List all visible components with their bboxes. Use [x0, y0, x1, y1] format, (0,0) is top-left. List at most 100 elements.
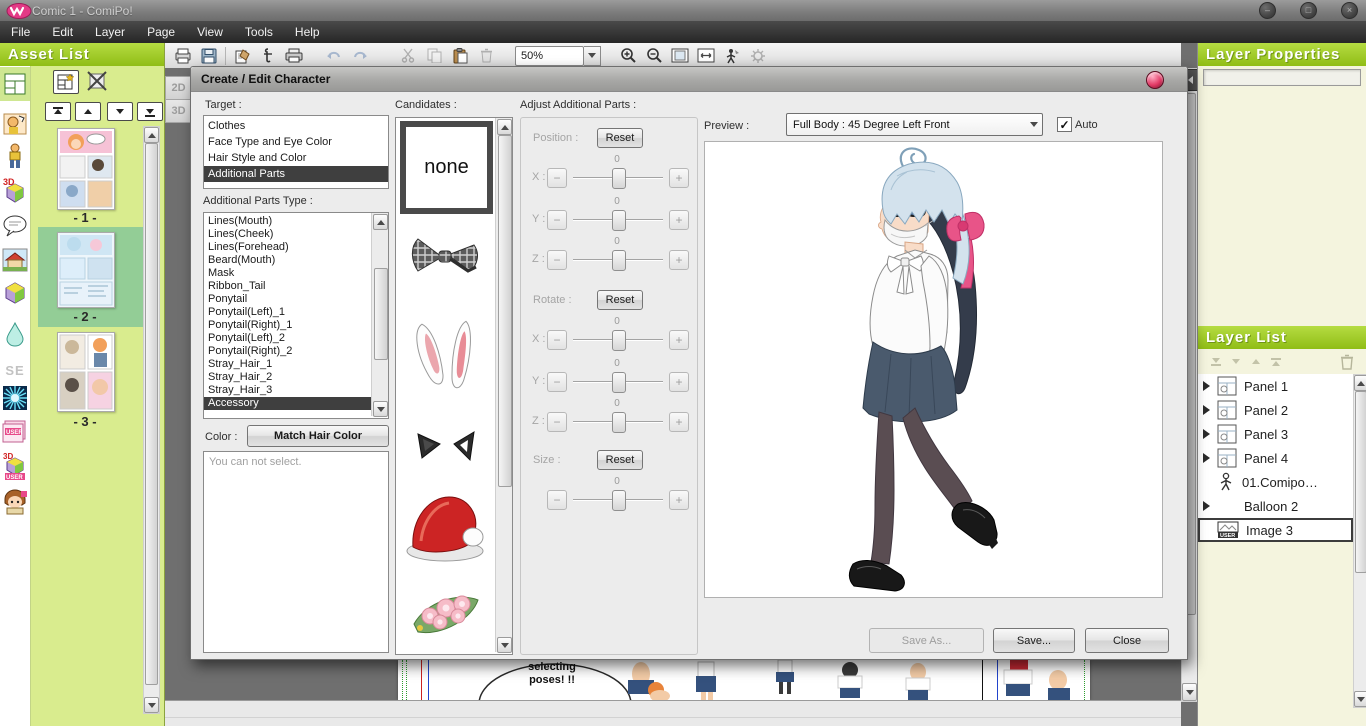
copy-icon[interactable]	[421, 45, 447, 67]
character-icon[interactable]	[2, 142, 28, 170]
parts-type-item-accessory[interactable]: Accessory	[204, 397, 372, 410]
layer-row-panel-4[interactable]: Panel 4	[1198, 446, 1353, 471]
tab-3d[interactable]: 3D	[165, 99, 192, 123]
sound-effect-icon[interactable]: SE	[2, 356, 28, 384]
layer-list-scrollbar[interactable]	[1353, 374, 1366, 708]
layer-row-panel-1[interactable]: Panel 1	[1198, 374, 1353, 399]
parts-type-item[interactable]: Ponytail(Left)_2	[204, 332, 372, 345]
expand-arrow-icon[interactable]	[1203, 501, 1210, 511]
position-z-slider[interactable]	[573, 250, 663, 269]
candidates-scroll-up-button[interactable]	[497, 119, 512, 135]
background-icon[interactable]	[2, 246, 28, 274]
rotate-z-slider[interactable]	[573, 412, 663, 431]
slider-thumb[interactable]	[612, 168, 626, 189]
slider-thumb[interactable]	[612, 330, 626, 351]
expand-arrow-icon[interactable]	[1203, 453, 1210, 463]
add-page-button[interactable]	[53, 70, 79, 94]
asset-scroll-up-button[interactable]	[144, 127, 159, 143]
print-page-icon[interactable]	[170, 45, 196, 67]
zoom-in-icon[interactable]	[615, 45, 641, 67]
target-item-face[interactable]: Face Type and Eye Color	[204, 134, 388, 150]
rotate-x-decrease-button[interactable]: −	[547, 330, 567, 350]
rotate-reset-button[interactable]: Reset	[597, 290, 643, 310]
parts-type-item[interactable]: Ponytail(Right)_2	[204, 345, 372, 358]
parts-scroll-down-button[interactable]	[373, 401, 388, 417]
asset-list-scrollbar[interactable]	[143, 126, 160, 714]
page-thumbnail-2[interactable]	[57, 232, 115, 308]
slider-thumb[interactable]	[612, 210, 626, 231]
page-thumbnail-3[interactable]	[57, 332, 115, 412]
candidate-flower-garland[interactable]	[396, 580, 496, 644]
pose-tool-icon[interactable]	[719, 45, 745, 67]
position-z-increase-button[interactable]: +	[669, 250, 689, 270]
menu-layer[interactable]: Layer	[84, 22, 136, 42]
move-page-up-button[interactable]	[75, 102, 101, 121]
parts-scrollbar-thumb[interactable]	[374, 268, 388, 360]
clip-pen-icon[interactable]	[255, 45, 281, 67]
target-item-clothes[interactable]: Clothes	[204, 118, 388, 134]
candidates-scrollbar[interactable]	[495, 118, 512, 652]
close-button[interactable]: ×	[1341, 2, 1358, 19]
expand-arrow-icon[interactable]	[1203, 429, 1210, 439]
position-x-slider[interactable]	[573, 168, 663, 187]
3d-character-icon[interactable]: 3D	[2, 176, 28, 204]
rotate-y-decrease-button[interactable]: −	[547, 372, 567, 392]
rotate-x-slider[interactable]	[573, 330, 663, 349]
user-3d-category-icon[interactable]: 3DUSER	[2, 452, 28, 480]
effect-burst-icon[interactable]	[2, 384, 28, 412]
parts-type-item[interactable]: Stray_Hair_3	[204, 384, 372, 397]
match-hair-color-button[interactable]: Match Hair Color	[247, 425, 389, 447]
parts-type-item[interactable]: Ponytail(Left)_1	[204, 306, 372, 319]
layer-properties-field[interactable]	[1203, 69, 1361, 86]
parts-type-item[interactable]: Mask	[204, 267, 372, 280]
rotate-y-increase-button[interactable]: +	[669, 372, 689, 392]
tab-2d[interactable]: 2D	[165, 76, 192, 100]
size-reset-button[interactable]: Reset	[597, 450, 643, 470]
zoom-level-input[interactable]: 50%	[515, 46, 584, 66]
size-increase-button[interactable]: +	[669, 490, 689, 510]
parts-type-item[interactable]: Lines(Forehead)	[204, 241, 372, 254]
dialog-titlebar[interactable]: Create / Edit Character	[191, 67, 1187, 92]
preview-mode-dropdown[interactable]: Full Body : 45 Degree Left Front	[786, 113, 1043, 136]
user-image-category-icon[interactable]: USER	[2, 418, 28, 446]
character-preview-box[interactable]	[704, 141, 1163, 598]
canvas-scroll-down-button[interactable]	[1182, 683, 1197, 701]
parts-type-item[interactable]: Beard(Mouth)	[204, 254, 372, 267]
layer-scrollbar-thumb[interactable]	[1355, 391, 1366, 573]
move-page-first-button[interactable]	[45, 102, 71, 121]
export-image-icon[interactable]	[229, 45, 255, 67]
save-as-button[interactable]: Save As...	[869, 628, 984, 653]
layer-move-top-icon[interactable]	[1266, 353, 1286, 371]
print-icon[interactable]	[281, 45, 307, 67]
asset-scrollbar-thumb[interactable]	[145, 143, 158, 685]
user-character-icon[interactable]	[2, 488, 28, 516]
size-slider[interactable]	[573, 490, 663, 509]
minimize-button[interactable]: –	[1259, 2, 1276, 19]
parts-type-item[interactable]: Ribbon_Tail	[204, 280, 372, 293]
save-button[interactable]: Save...	[993, 628, 1075, 653]
rotate-y-slider[interactable]	[573, 372, 663, 391]
layer-row-panel-2[interactable]: Panel 2	[1198, 398, 1353, 423]
candidate-santa-hat[interactable]	[396, 482, 496, 568]
candidate-rabbit-ears[interactable]	[396, 314, 496, 404]
position-z-decrease-button[interactable]: −	[547, 250, 567, 270]
layer-scroll-down-button[interactable]	[1354, 691, 1366, 707]
parts-scroll-up-button[interactable]	[373, 214, 388, 230]
undo-icon[interactable]	[321, 45, 347, 67]
menu-edit[interactable]: Edit	[41, 22, 84, 42]
dialog-close-button[interactable]	[1146, 71, 1164, 89]
item-icon[interactable]	[2, 278, 28, 306]
layer-move-bottom-icon[interactable]	[1206, 353, 1226, 371]
layer-row-character[interactable]: 01.Comipo…	[1198, 470, 1353, 495]
move-page-down-button[interactable]	[107, 102, 133, 121]
page-template-icon[interactable]	[2, 70, 28, 98]
layer-delete-icon[interactable]	[1337, 353, 1357, 371]
maximize-button[interactable]: □	[1300, 2, 1317, 19]
menu-file[interactable]: File	[0, 22, 41, 42]
rotate-x-increase-button[interactable]: +	[669, 330, 689, 350]
paste-icon[interactable]	[447, 45, 473, 67]
save-icon[interactable]	[196, 45, 222, 67]
expand-arrow-icon[interactable]	[1203, 381, 1210, 391]
position-y-slider[interactable]	[573, 210, 663, 229]
zoom-out-icon[interactable]	[641, 45, 667, 67]
